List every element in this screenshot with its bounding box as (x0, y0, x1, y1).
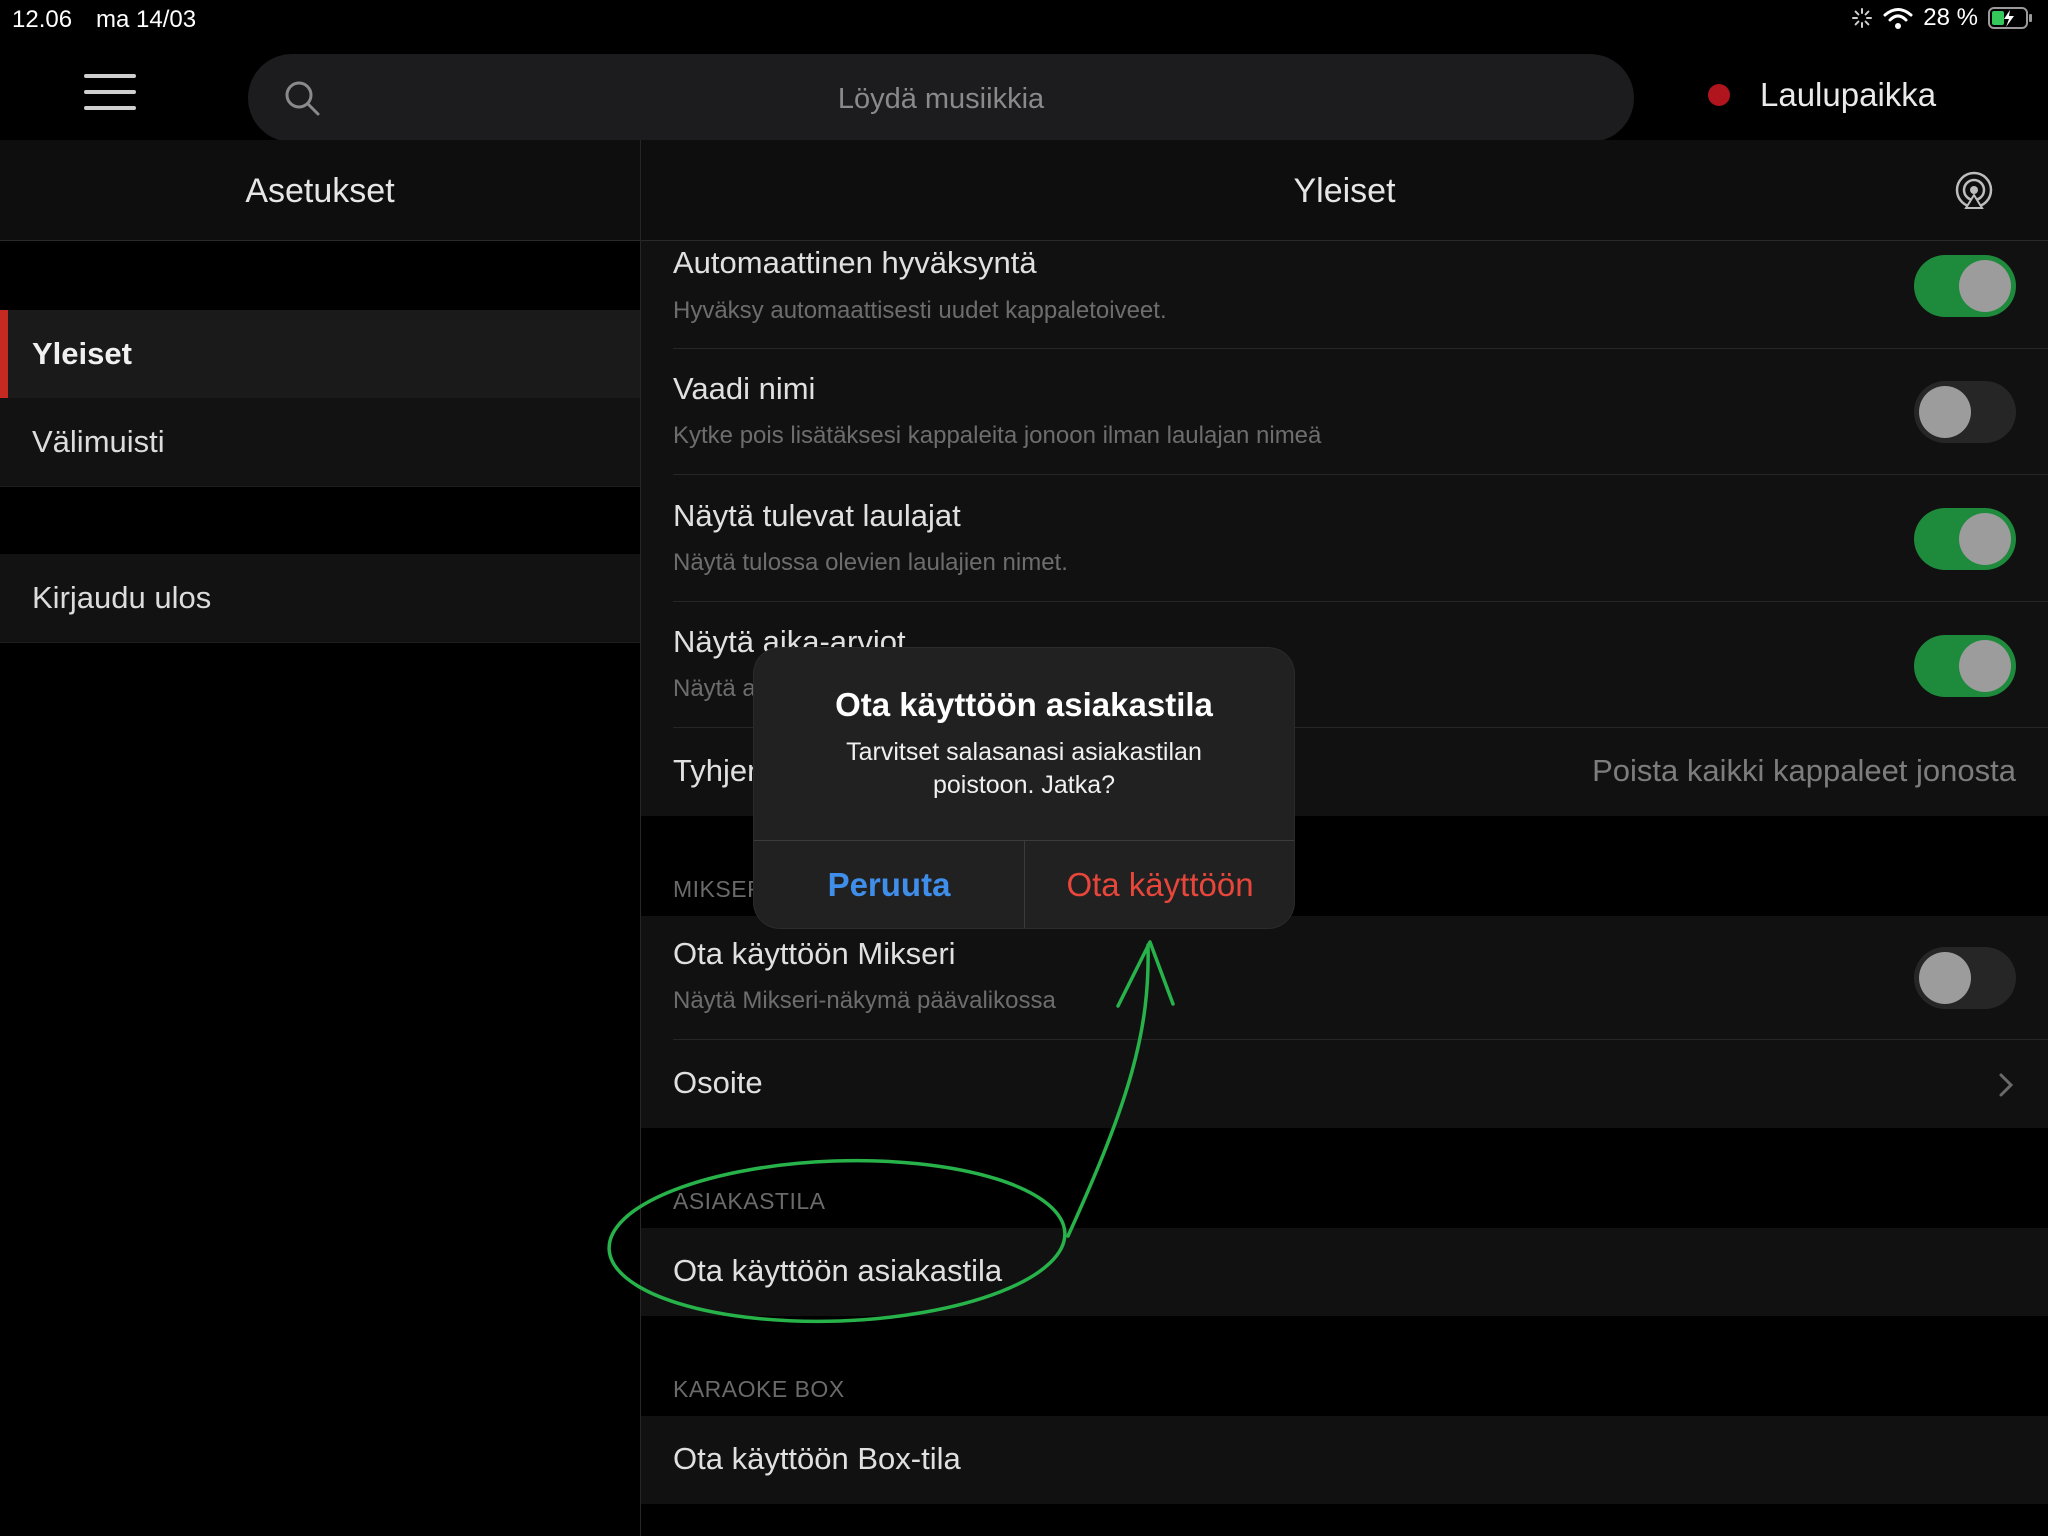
section-label: KARAOKE BOX (673, 1376, 845, 1402)
sidebar-item-cache[interactable]: Välimuisti (0, 398, 640, 487)
setting-show-upcoming-singers: Näytä tulevat laulajat Näytä tulossa ole… (641, 475, 2048, 602)
require-name-toggle[interactable] (1914, 381, 2016, 443)
setting-subtitle: Hyväksy automaattisesti uudet kappaletoi… (673, 297, 1167, 324)
content-header: Yleiset (641, 140, 2048, 241)
hamburger-menu-icon[interactable] (84, 74, 142, 114)
section-label: ASIAKASTILA (673, 1188, 826, 1214)
enable-button[interactable]: Ota käyttöön (1025, 841, 1294, 928)
status-right: 28 % (1851, 4, 2034, 32)
setting-subtitle: Kytke pois lisätäksesi kappaleita jonoon… (673, 422, 1322, 449)
setting-title: Automaattinen hyväksyntä (673, 245, 1037, 280)
battery-charging-icon (1988, 7, 2032, 29)
dialog-title: Ota käyttöön asiakastila (835, 686, 1213, 723)
clear-queue-value: Poista kaikki kappaleet jonosta (1592, 753, 2016, 788)
broadcast-icon[interactable] (1954, 170, 1994, 210)
setting-title: Näytä tulevat laulajat (673, 498, 961, 533)
search-bar[interactable]: Löydä musiikkia (248, 54, 1634, 142)
venue-indicator[interactable]: Laulupaikka (1708, 70, 1936, 120)
status-bar: 12.06 ma 14/03 28 % (0, 0, 2048, 40)
status-date: ma 14/03 (96, 6, 197, 33)
status-time: 12.06 (12, 6, 73, 33)
venue-status-dot (1708, 84, 1730, 106)
sidebar-item-general[interactable]: Yleiset (0, 310, 640, 399)
setting-subtitle: Näytä tulossa olevien laulajien nimet. (673, 549, 1068, 576)
setting-enable-mixer: Ota käyttöön Mikseri Näytä Mikseri-näkym… (641, 916, 2048, 1040)
cancel-button[interactable]: Peruuta (754, 841, 1024, 928)
content-title: Yleiset (1293, 172, 1396, 210)
search-placeholder: Löydä musiikkia (837, 83, 1045, 115)
time-estimates-toggle[interactable] (1914, 635, 2016, 697)
activity-spinner-icon (1852, 8, 1873, 28)
sidebar-header: Asetukset (0, 140, 640, 241)
sidebar-item-label: Välimuisti (32, 424, 165, 459)
battery-percent: 28 % (1923, 4, 1978, 31)
setting-title: Osoite (673, 1065, 763, 1100)
setting-title: Ota käyttöön asiakastila (673, 1253, 1003, 1288)
confirm-dialog: Ota käyttöön asiakastila Tarvitset salas… (754, 648, 1294, 928)
wifi-icon (1883, 8, 1913, 29)
setting-title: Vaadi nimi (673, 371, 816, 406)
logout-button[interactable]: Kirjaudu ulos (0, 554, 640, 643)
enable-mixer-toggle[interactable] (1914, 947, 2016, 1009)
sidebar-item-label: Yleiset (32, 336, 132, 371)
section-customer-mode: ASIAKASTILA (641, 1128, 2048, 1228)
setting-subtitle: Näytä Mikseri-näkymä päävalikossa (673, 987, 1056, 1014)
setting-enable-customer-mode[interactable]: Ota käyttöön asiakastila (641, 1228, 2048, 1316)
auto-accept-toggle[interactable] (1914, 255, 2016, 317)
dialog-message: Tarvitset salasanasi asiakastilan poisto… (846, 738, 1202, 799)
setting-enable-box-mode[interactable]: Ota käyttöön Box-tila (641, 1416, 2048, 1504)
sidebar-title: Asetukset (245, 172, 395, 210)
venue-name: Laulupaikka (1760, 76, 1937, 113)
setting-mixer-address[interactable]: Osoite (641, 1040, 2048, 1128)
setting-subtitle: Näytä a (673, 675, 756, 702)
setting-auto-accept: Automaattinen hyväksyntä Hyväksy automaa… (641, 241, 2048, 349)
logout-label: Kirjaudu ulos (32, 580, 212, 615)
setting-title: Ota käyttöön Mikseri (673, 936, 956, 971)
setting-title: Ota käyttöön Box-tila (673, 1441, 961, 1476)
setting-title: Tyhjen (673, 753, 765, 788)
show-upcoming-toggle[interactable] (1914, 508, 2016, 570)
chevron-right-icon (1999, 1073, 2014, 1097)
section-karaoke-box: KARAOKE BOX (641, 1316, 2048, 1416)
top-bar: Löydä musiikkia Laulupaikka (0, 40, 2048, 142)
setting-require-name: Vaadi nimi Kytke pois lisätäksesi kappal… (641, 349, 2048, 475)
